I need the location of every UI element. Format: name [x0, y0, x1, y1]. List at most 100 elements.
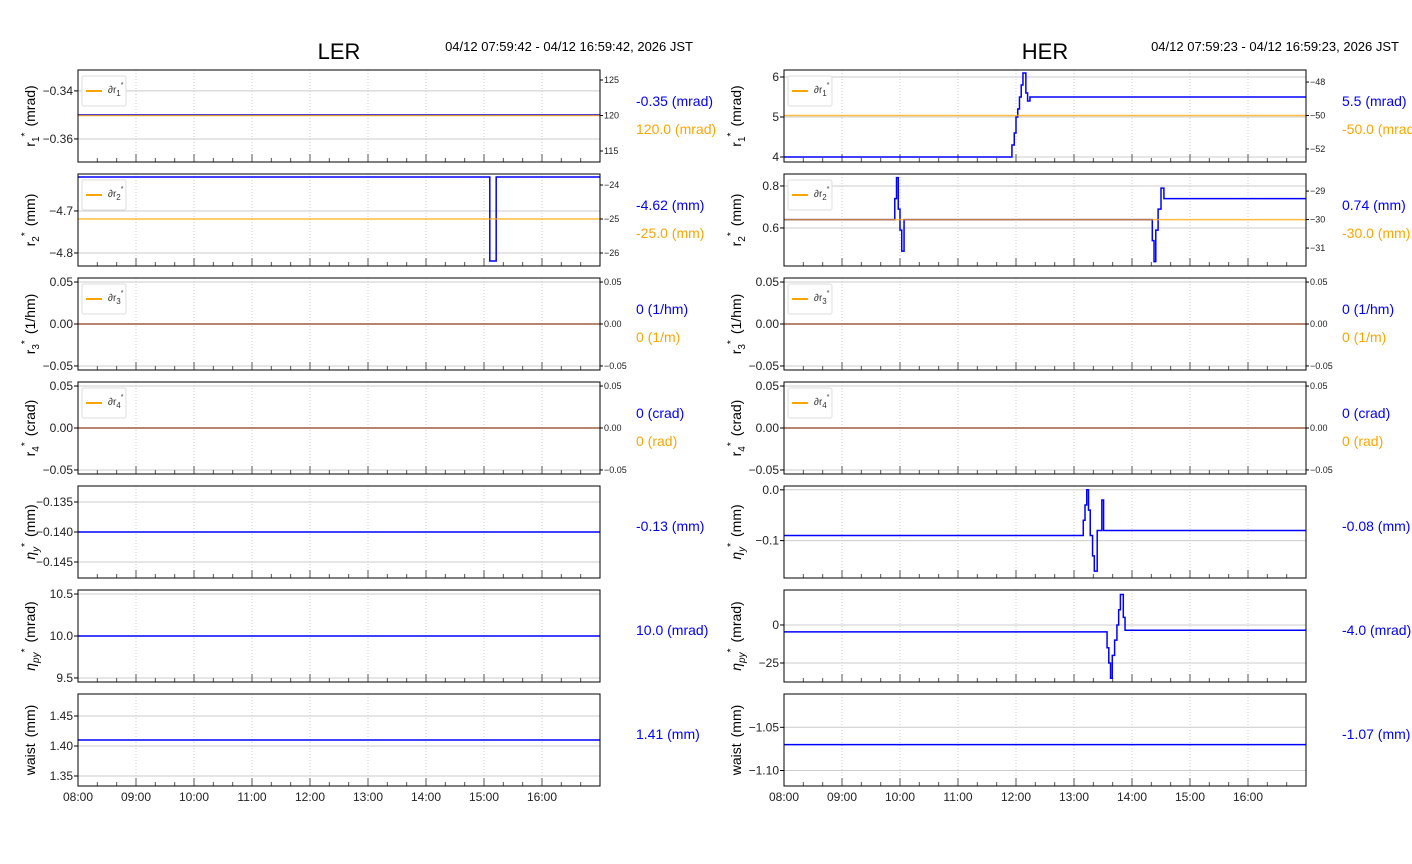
y-label-unit: (mm): [728, 504, 744, 537]
legend: ∂r3*: [81, 283, 127, 315]
y2-tick-label: −0.05: [604, 361, 627, 371]
x-tick-label: 15:00: [469, 790, 499, 804]
legend: ∂r2*: [787, 179, 833, 211]
legend: ∂r1*: [81, 75, 127, 107]
reference-value-readout: -25.0 (mm): [636, 225, 704, 241]
y-axis-label: r3*(1/hm): [20, 294, 42, 355]
her-group: HER 04/12 07:59:23 - 04/12 16:59:23, 2026…: [726, 39, 1412, 804]
subplot: 0.050.00−0.050.050.00−0.05∂r4*r4*(crad) 0…: [726, 379, 1390, 477]
y-label-subscript: 4: [31, 446, 42, 452]
subplot: 1.45 1.40 1.35 waist (mm) 1.41 (mm) 08:00 09:00…: [22, 693, 700, 804]
y-axis-label: r1*(mrad): [726, 85, 748, 146]
measured-value-readout: 0.74 (mm): [1342, 197, 1406, 213]
y-tick-label: −0.145: [36, 555, 73, 569]
subplot: 0.0−0.1ηy*(mm) -0.08 (mm): [726, 483, 1410, 579]
y2-tick-label: −0.05: [1310, 465, 1333, 475]
y2-tick-label: 0.05: [1310, 381, 1328, 391]
measured-value-readout: -4.0 (mrad): [1342, 622, 1411, 638]
y-tick-label: 0.05: [50, 379, 74, 393]
y-tick-label: −0.135: [36, 495, 73, 509]
y-tick-label: 0.00: [50, 421, 74, 435]
y-tick-label: 0.0: [762, 483, 779, 497]
measured-value-readout: -4.62 (mm): [636, 197, 704, 213]
measured-value-readout: 0 (1/hm): [636, 301, 688, 317]
y2-tick-label: −0.05: [1310, 361, 1333, 371]
legend: ∂r4*: [81, 387, 127, 419]
y-tick-label: −1.10: [749, 764, 780, 778]
y-tick-label: 0.00: [756, 421, 780, 435]
reference-value-readout: 0 (1/m): [636, 329, 680, 345]
y-axis-label: waist (mm): [728, 705, 744, 777]
y-label-superscript: *: [20, 340, 31, 344]
measured-value-readout: -1.07 (mm): [1342, 726, 1410, 742]
y2-tick-label: −48: [1310, 77, 1325, 87]
axes-frame: [783, 693, 1307, 787]
y2-tick-label: 120: [604, 111, 619, 121]
reference-value-readout: -30.0 (mm): [1342, 225, 1410, 241]
y-label-subscript: py: [737, 651, 748, 664]
y-label-subscript: 3: [737, 344, 748, 350]
subplot: −0.34−0.36125120115∂r1*r1*(mrad) -0.35 (m…: [20, 69, 716, 163]
y-label-superscript: *: [726, 442, 737, 446]
y2-tick-label: 0.05: [1310, 277, 1328, 287]
y-label-unit: (mrad): [22, 85, 38, 126]
reference-value-readout: 0 (rad): [1342, 433, 1383, 449]
subplot: 0.050.00−0.050.050.00−0.05∂r3*r3*(1/hm) 0…: [20, 275, 688, 373]
legend-subscript: 3: [116, 297, 121, 306]
y-tick-label: 0.05: [756, 275, 780, 289]
y-label-symbol: waist: [22, 743, 38, 776]
y2-tick-label: 0.00: [1310, 423, 1328, 433]
y2-tick-label: 0.00: [604, 423, 622, 433]
subplot: 654−48−50−52∂r1*r1*(mrad) 5.5 (mrad)-50.0…: [726, 69, 1412, 164]
measured-series-line: [784, 593, 1306, 679]
y-tick-label: −4.8: [49, 246, 73, 260]
y-axis-label: r2*(mm): [726, 194, 748, 247]
x-tick-label: 10:00: [179, 790, 209, 804]
y-tick-label: −0.1: [755, 534, 779, 548]
y-label-subscript: 2: [31, 236, 42, 242]
y-label-subscript: py: [31, 651, 42, 664]
x-tick-label: 14:00: [411, 790, 441, 804]
y2-tick-label: 0.05: [604, 381, 622, 391]
legend-subscript: 2: [116, 193, 121, 202]
measured-value-readout: 5.5 (mrad): [1342, 93, 1407, 109]
y-axis-label: r4*(crad): [726, 400, 748, 457]
subplot: −1.05 −1.10 waist (mm) -1.07 (mm) 08:00 09:00 1…: [728, 693, 1410, 804]
legend-superscript: *: [827, 186, 830, 193]
legend-subscript: 4: [822, 401, 827, 410]
legend-superscript: *: [827, 394, 830, 401]
time-range-label: 04/12 07:59:23 - 04/12 16:59:23, 2026 JS…: [1151, 39, 1399, 54]
reference-value-readout: 120.0 (mrad): [636, 121, 716, 137]
x-tick-label: 14:00: [1117, 790, 1147, 804]
axes-frame: [77, 173, 601, 267]
y-tick-label: 0.05: [756, 379, 780, 393]
y-label-unit: (crad): [728, 400, 744, 437]
axes-frame: [783, 485, 1307, 579]
y-tick-label: −0.05: [749, 359, 780, 373]
y-tick-label: 1.40: [50, 739, 74, 753]
axes-frame: [783, 589, 1307, 683]
y-tick-label: −0.05: [43, 359, 74, 373]
y-label-unit: (mm): [22, 504, 38, 537]
y-label-unit: (mrad): [728, 601, 744, 642]
chart-title: LER: [318, 39, 361, 64]
y-label-subscript: y: [737, 546, 748, 553]
y2-tick-label: 115: [604, 146, 618, 156]
legend-superscript: *: [121, 290, 124, 297]
time-range-label: 04/12 07:59:42 - 04/12 16:59:42, 2026 JS…: [445, 39, 693, 54]
y-label-superscript: *: [726, 648, 737, 652]
y2-tick-label: −0.05: [604, 465, 627, 475]
subplot: 0−25ηpy*(mrad) -4.0 (mrad): [726, 589, 1411, 683]
y-label-unit: (mm): [728, 194, 744, 227]
y-label-subscript: 1: [737, 136, 748, 142]
measured-value-readout: 1.41 (mm): [636, 726, 700, 742]
y-label-unit: (mrad): [728, 85, 744, 126]
reference-value-readout: 0 (rad): [636, 433, 677, 449]
legend-subscript: 1: [116, 89, 121, 98]
y-label-subscript: 3: [31, 344, 42, 350]
y-tick-label: 0.05: [50, 275, 74, 289]
subplot: 0.050.00−0.050.050.00−0.05∂r4*r4*(crad) 0…: [20, 379, 684, 477]
y-axis-label: r2*(mm): [20, 194, 42, 247]
y-axis-label: ηpy*(mrad): [20, 601, 42, 670]
legend: ∂r2*: [81, 179, 127, 211]
